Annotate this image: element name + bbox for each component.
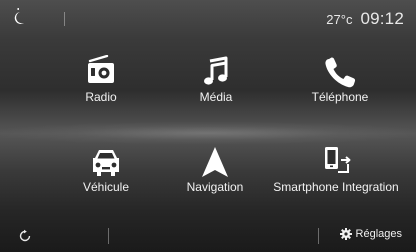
menu-tile-media[interactable]: Média [146, 55, 286, 115]
menu-tile-label: Média [199, 90, 233, 104]
background-light-band [0, 122, 416, 144]
home-screen: 27°c 09:12 Radio Média Téléphone Véhicul… [0, 0, 416, 252]
bottom-bar-divider [108, 228, 109, 244]
smartphone-integration-icon [325, 147, 351, 173]
settings-button[interactable]: Réglages [339, 228, 402, 240]
status-area: 27°c 09:12 [326, 9, 404, 29]
menu-tile-label: Téléphone [311, 90, 369, 104]
temperature-readout: 27°c [326, 12, 353, 27]
night-mode-moon-icon[interactable] [10, 8, 26, 26]
bottom-bar: Réglages [0, 220, 416, 252]
settings-label: Réglages [355, 228, 402, 240]
gear-icon [339, 228, 352, 240]
top-bar: 27°c 09:12 [0, 0, 416, 36]
menu-tile-label: Smartphone Integration [273, 180, 399, 194]
music-note-icon [204, 56, 228, 85]
clock: 09:12 [360, 9, 404, 28]
menu-tile-navigation[interactable]: Navigation [145, 145, 285, 205]
car-icon [93, 150, 119, 176]
top-bar-divider [64, 12, 65, 26]
menu-tile-smartphone-integration[interactable]: Smartphone Integration [266, 145, 406, 205]
menu-tile-label: Navigation [186, 180, 244, 194]
menu-tile-phone[interactable]: Téléphone [270, 55, 410, 115]
phone-icon [325, 57, 356, 88]
navigation-arrow-icon [202, 147, 228, 177]
bottom-bar-divider [318, 228, 319, 244]
refresh-icon[interactable] [18, 229, 32, 243]
radio-icon [88, 55, 114, 83]
